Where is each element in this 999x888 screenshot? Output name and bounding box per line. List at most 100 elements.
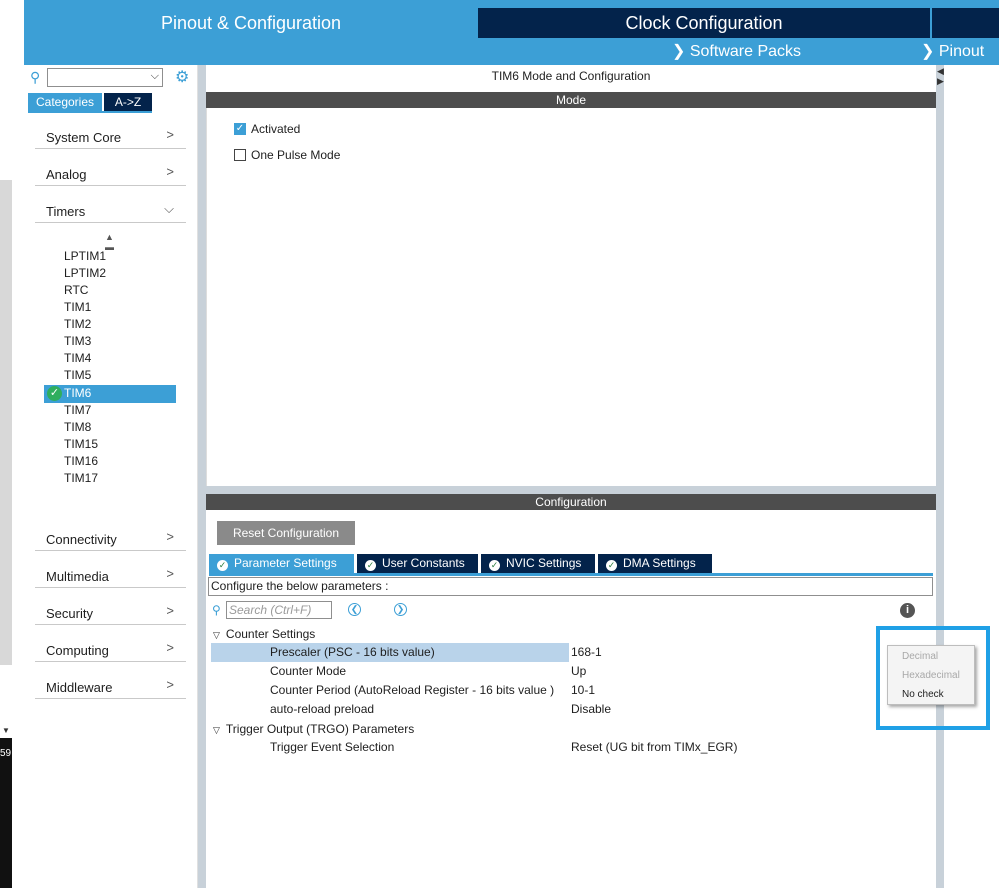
chevron-right-icon: >: [166, 164, 174, 179]
gear-icon[interactable]: ⚙: [175, 67, 189, 87]
category-label: Computing: [46, 643, 109, 658]
category-connectivity[interactable]: Connectivity >: [35, 525, 186, 551]
chevron-right-icon: >: [166, 677, 174, 692]
search-icon: ⚲: [212, 603, 221, 617]
param-name: auto-reload preload: [270, 702, 375, 716]
chevron-down-icon[interactable]: ⌵: [151, 70, 159, 83]
chevron-right-icon: >: [166, 566, 174, 581]
param-value[interactable]: Reset (UG bit from TIMx_EGR): [571, 738, 737, 757]
tab-more[interactable]: [932, 8, 999, 38]
category-label: Analog: [46, 167, 87, 182]
search-icon: ⚲: [30, 69, 41, 85]
group-title: Trigger Output (TRGO) Parameters: [225, 722, 415, 736]
pinout-menu[interactable]: ❯ Pinout: [921, 41, 984, 63]
tab-label: Parameter Settings: [234, 556, 337, 570]
right-area: [944, 65, 999, 888]
param-name: Counter Period (AutoReload Register - 16…: [270, 683, 555, 697]
tab-clock-configuration[interactable]: Clock Configuration: [478, 8, 930, 38]
category-timers[interactable]: Timers ⌵: [35, 197, 186, 223]
one-pulse-mode-checkbox[interactable]: [234, 149, 246, 161]
category-analog[interactable]: Analog >: [35, 160, 186, 186]
category-multimedia[interactable]: Multimedia >: [35, 562, 186, 588]
check-circle-icon: ✓: [47, 386, 62, 401]
tab-a-to-z[interactable]: A->Z: [104, 93, 152, 111]
parameter-search-input[interactable]: Search (Ctrl+F): [226, 601, 332, 619]
param-row-counter-mode[interactable]: Counter Mode Up: [211, 662, 930, 681]
left-dark-panel: [0, 738, 12, 888]
sidebar-item-tim8[interactable]: TIM8: [64, 419, 91, 436]
category-label: Security: [46, 606, 93, 621]
param-name: Prescaler (PSC - 16 bits value): [270, 645, 435, 659]
param-value[interactable]: Up: [571, 662, 586, 681]
tab-dma-settings[interactable]: ✓ DMA Settings: [598, 554, 712, 573]
param-row-trigger-event[interactable]: Trigger Event Selection Reset (UG bit fr…: [211, 738, 930, 757]
param-row-prescaler[interactable]: Prescaler (PSC - 16 bits value) 168-1: [211, 643, 930, 662]
sidebar-item-tim17[interactable]: TIM17: [64, 470, 98, 487]
tab-parameter-settings[interactable]: ✓ Parameter Settings: [209, 554, 354, 573]
check-circle-icon: ✓: [217, 560, 228, 571]
tab-underline: [28, 111, 152, 113]
annotation-highlight-box: [876, 626, 990, 730]
chevron-down-icon: ▽: [213, 725, 220, 735]
sidebar-item-tim16[interactable]: TIM16: [64, 453, 98, 470]
mode-header: Mode: [206, 92, 936, 108]
check-circle-icon: ✓: [489, 560, 500, 571]
sidebar-item-tim15[interactable]: TIM15: [64, 436, 98, 453]
group-counter-settings[interactable]: ▽ Counter Settings: [213, 627, 315, 641]
next-match-button[interactable]: ❯: [394, 603, 407, 616]
tab-pinout-configuration[interactable]: Pinout & Configuration: [24, 8, 478, 38]
chevron-right-icon: >: [166, 529, 174, 544]
category-label: Middleware: [46, 680, 113, 695]
sidebar-item-lptim1[interactable]: LPTIM1: [64, 248, 106, 265]
group-trigger-output[interactable]: ▽ Trigger Output (TRGO) Parameters: [213, 722, 414, 736]
param-row-counter-period[interactable]: Counter Period (AutoReload Register - 16…: [211, 681, 930, 700]
tab-label: DMA Settings: [623, 556, 696, 570]
left-number: 59: [0, 748, 12, 759]
param-value[interactable]: 168-1: [571, 643, 602, 662]
tab-user-constants[interactable]: ✓ User Constants: [357, 554, 478, 573]
sidebar: [24, 65, 198, 888]
tab-label: NVIC Settings: [506, 556, 582, 570]
collapse-arrows-icon[interactable]: ◀ ▶: [937, 66, 944, 86]
sidebar-splitter[interactable]: [198, 65, 206, 888]
tab-nvic-settings[interactable]: ✓ NVIC Settings: [481, 554, 595, 573]
category-computing[interactable]: Computing >: [35, 636, 186, 662]
configure-parameters-label: Configure the below parameters :: [208, 577, 933, 596]
panel-splitter[interactable]: [206, 486, 936, 494]
param-row-auto-reload-preload[interactable]: auto-reload preload Disable: [211, 700, 930, 719]
param-value[interactable]: Disable: [571, 700, 611, 719]
sidebar-item-tim4[interactable]: TIM4: [64, 350, 91, 367]
sidebar-item-tim3[interactable]: TIM3: [64, 333, 91, 350]
sidebar-item-tim6[interactable]: TIM6: [64, 385, 91, 402]
category-label: Multimedia: [46, 569, 109, 584]
chevron-down-icon: ⌵: [164, 201, 174, 216]
mode-area: [206, 108, 936, 486]
group-title: Counter Settings: [225, 627, 316, 641]
category-system-core[interactable]: System Core >: [35, 123, 186, 149]
info-icon[interactable]: i: [900, 603, 915, 618]
sidebar-item-rtc[interactable]: RTC: [64, 282, 88, 299]
pinout-menu-label: Pinout: [938, 43, 985, 60]
sidebar-item-tim1[interactable]: TIM1: [64, 299, 91, 316]
chevron-right-icon: >: [166, 640, 174, 655]
left-scrollbar[interactable]: [0, 180, 12, 665]
configuration-header: Configuration: [206, 494, 936, 510]
previous-match-button[interactable]: ❮: [348, 603, 361, 616]
sort-up-icon[interactable]: ▲ ▬: [105, 232, 114, 252]
sidebar-search-combo[interactable]: ⌵: [47, 68, 163, 87]
category-middleware[interactable]: Middleware >: [35, 673, 186, 699]
chevron-down-icon: ❯: [672, 43, 690, 60]
param-value[interactable]: 10-1: [571, 681, 595, 700]
scroll-down-icon[interactable]: ▼: [2, 726, 10, 735]
sidebar-item-tim7[interactable]: TIM7: [64, 402, 91, 419]
activated-checkbox[interactable]: ✓: [234, 123, 246, 135]
sidebar-item-lptim2[interactable]: LPTIM2: [64, 265, 106, 282]
tab-categories[interactable]: Categories: [28, 93, 102, 111]
param-name: Trigger Event Selection: [270, 740, 395, 754]
right-splitter[interactable]: [936, 65, 944, 888]
reset-configuration-button[interactable]: Reset Configuration: [217, 521, 355, 545]
software-packs-menu[interactable]: ❯ Software Packs: [672, 41, 801, 63]
category-security[interactable]: Security >: [35, 599, 186, 625]
sidebar-item-tim2[interactable]: TIM2: [64, 316, 91, 333]
sidebar-item-tim5[interactable]: TIM5: [64, 367, 91, 384]
